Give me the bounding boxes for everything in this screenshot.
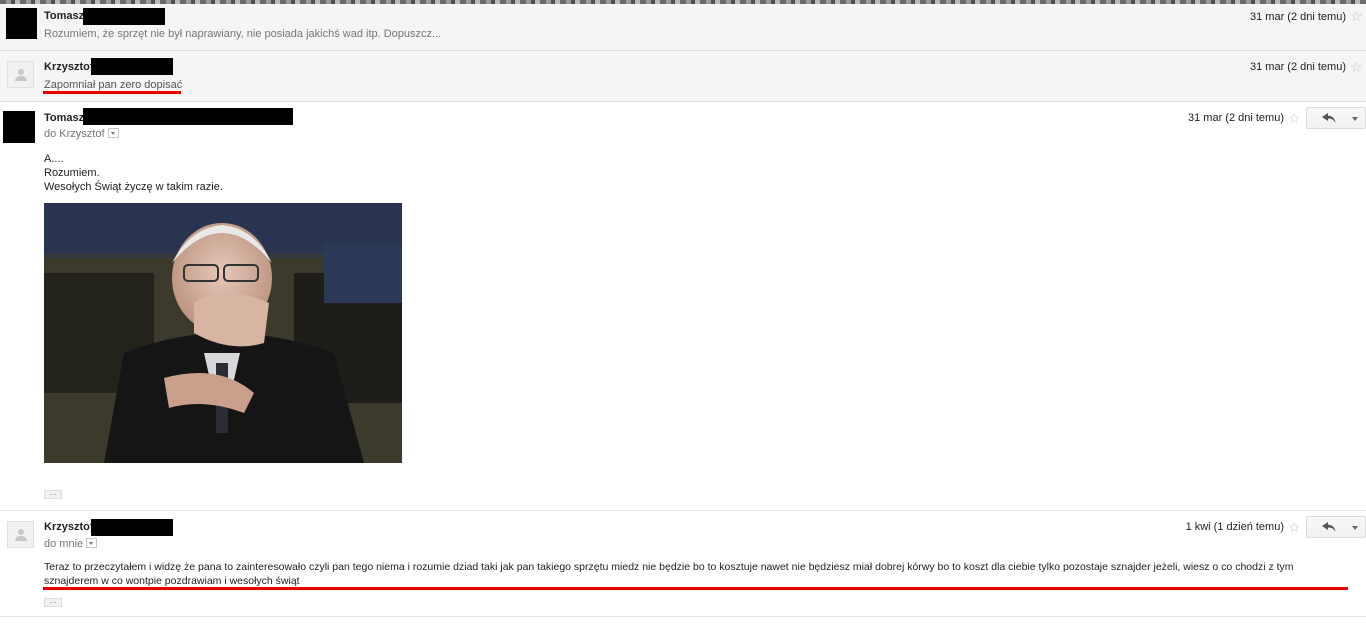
- reply-arrow-icon: [1322, 113, 1336, 123]
- recipient-label: do Krzysztof: [44, 128, 105, 140]
- redaction-block: [83, 8, 165, 25]
- recipient-label: do mnie: [44, 538, 84, 550]
- photo-illustration: [44, 203, 402, 463]
- attached-photo: [44, 203, 402, 463]
- default-avatar-icon: [7, 521, 34, 548]
- message-date: 31 mar (2 dni temu): [1250, 61, 1346, 73]
- message-collapsed-2[interactable]: Krzysztof Zapomniał pan zero dopisać 31 …: [0, 51, 1366, 102]
- recipient-line[interactable]: do Krzysztof: [44, 128, 119, 140]
- message-collapsed-1[interactable]: Tomasz Rozumiem, że sprzęt nie był napra…: [0, 4, 1366, 51]
- star-icon[interactable]: ☆: [1350, 60, 1363, 74]
- sender-name: Tomasz: [44, 112, 85, 124]
- message-date: 1 kwi (1 dzień temu): [1185, 521, 1284, 533]
- show-trimmed-content-button[interactable]: ...: [44, 597, 62, 607]
- redaction-block: [91, 58, 173, 75]
- red-underline-annotation: [43, 91, 181, 94]
- default-avatar-icon: [7, 61, 34, 88]
- message-body: Teraz to przeczytałem i widzę że pana to…: [44, 560, 1354, 588]
- body-line: sznajderem w co wontpie pozdrawiam i wes…: [44, 575, 300, 587]
- show-trimmed-content-button[interactable]: ...: [44, 489, 62, 499]
- star-icon[interactable]: ☆: [1288, 111, 1301, 125]
- message-snippet: Zapomniał pan zero dopisać: [44, 79, 183, 91]
- sender-name: Krzysztof: [44, 521, 94, 533]
- more-options-button[interactable]: [1346, 516, 1366, 538]
- body-line: Teraz to przeczytałem i widzę że pana to…: [44, 561, 1294, 573]
- body-line: Wesołych Świąt życzę w takim razie.: [44, 181, 223, 193]
- sender-avatar: [3, 111, 35, 143]
- message-snippet: Rozumiem, że sprzęt nie był naprawiany, …: [44, 28, 442, 40]
- reply-arrow-icon: [1322, 522, 1336, 532]
- recipient-line[interactable]: do mnie: [44, 538, 98, 550]
- body-line: A....: [44, 153, 64, 165]
- message-date: 31 mar (2 dni temu): [1250, 11, 1346, 23]
- redaction-block: [83, 108, 293, 125]
- more-options-button[interactable]: [1346, 107, 1366, 129]
- sender-name: Tomasz: [44, 10, 85, 22]
- details-dropdown-icon[interactable]: [107, 128, 119, 138]
- body-line: Rozumiem.: [44, 167, 100, 179]
- redaction-block: [91, 519, 173, 536]
- message-date: 31 mar (2 dni temu): [1188, 112, 1284, 124]
- sender-avatar: [6, 8, 37, 39]
- sender-name: Krzysztof: [44, 61, 94, 73]
- red-underline-annotation: [43, 587, 1348, 590]
- message-expanded-4: Krzysztof do mnie 1 kwi (1 dzień temu) ☆…: [0, 511, 1366, 617]
- message-expanded-3: Tomasz do Krzysztof 31 mar (2 dni temu) …: [0, 102, 1366, 511]
- details-dropdown-icon[interactable]: [86, 538, 98, 548]
- star-icon[interactable]: ☆: [1350, 9, 1363, 23]
- star-icon[interactable]: ☆: [1288, 520, 1301, 534]
- message-body: A.... Rozumiem. Wesołych Świąt życzę w t…: [44, 152, 223, 194]
